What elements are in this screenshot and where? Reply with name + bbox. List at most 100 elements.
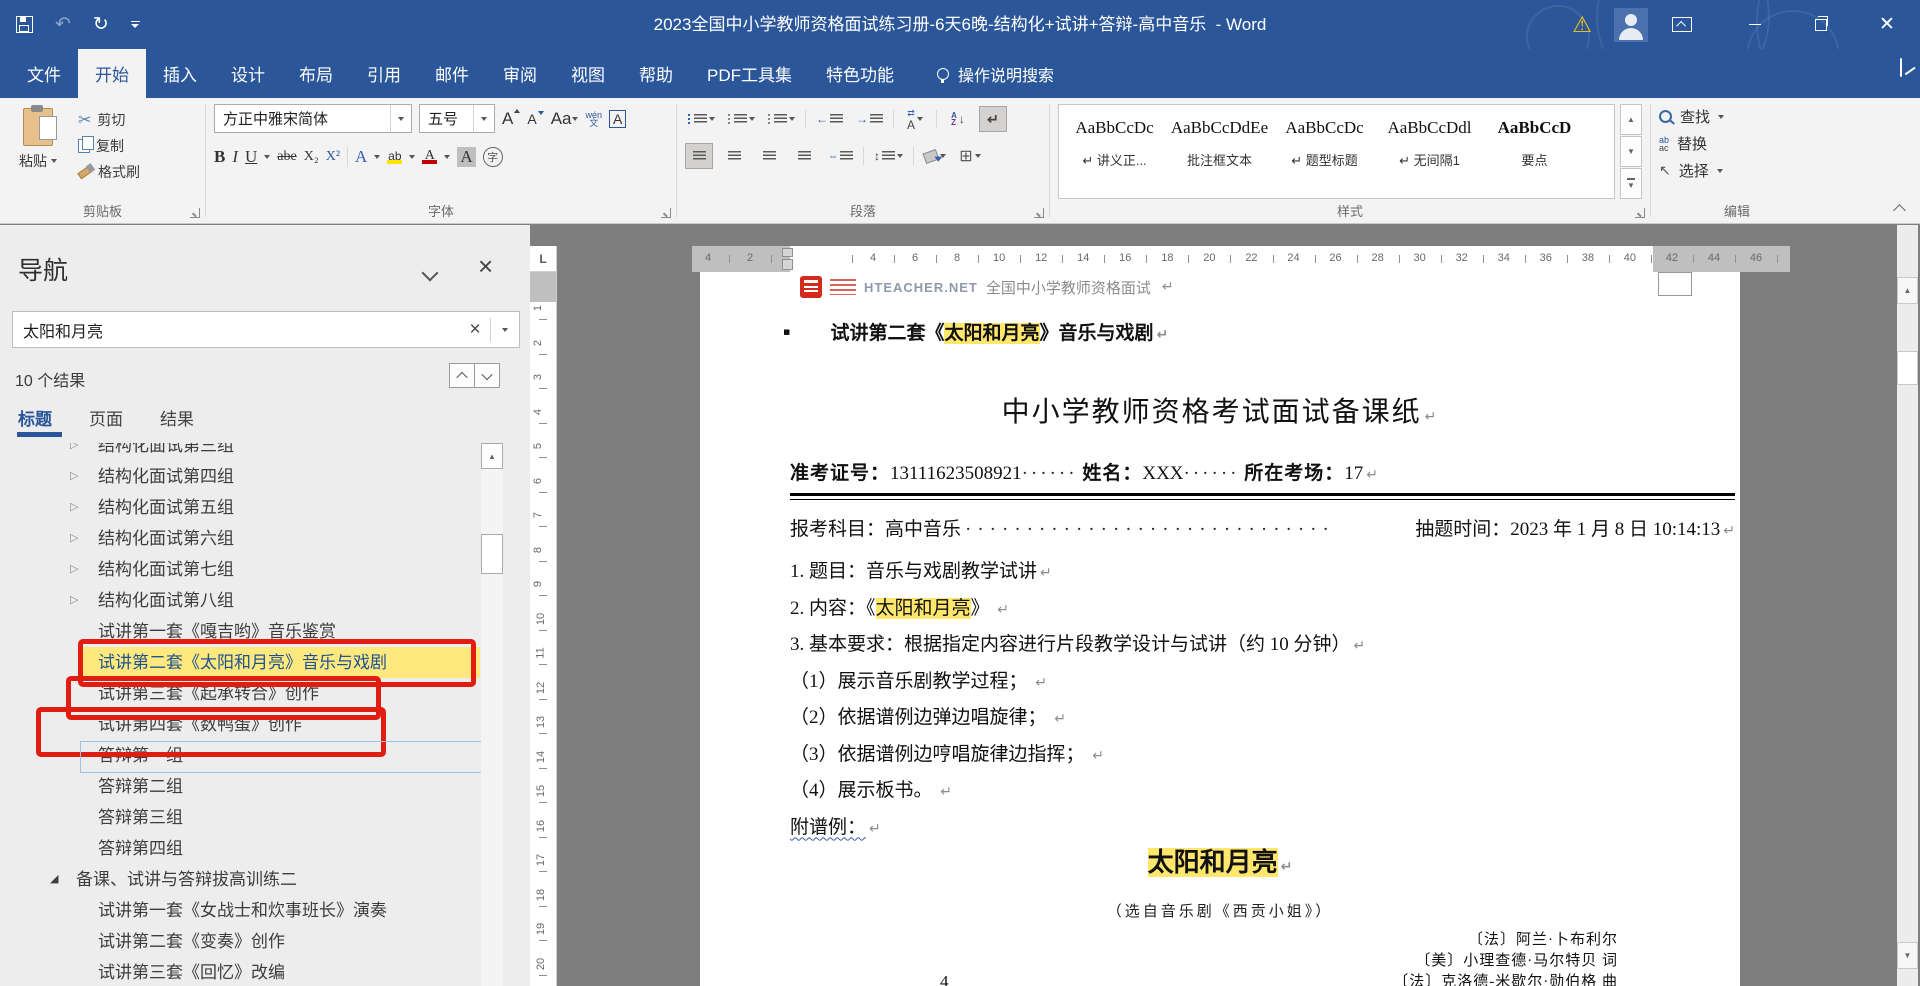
underline-button[interactable]: U bbox=[245, 147, 257, 167]
justify-button[interactable] bbox=[790, 143, 818, 169]
ruler-horizontal[interactable]: 4246810121416182022242628303234363840424… bbox=[692, 246, 1790, 272]
nav-result-item[interactable]: ▷结构化面试第三组 bbox=[0, 443, 481, 461]
font-dialog-launcher-icon[interactable] bbox=[661, 208, 671, 218]
tab-审阅[interactable]: 审阅 bbox=[486, 49, 554, 98]
styles-scroll-up-icon[interactable]: ▲ bbox=[1620, 104, 1642, 135]
font-name-combo[interactable]: 方正中雅宋简体 bbox=[214, 104, 412, 133]
asian-layout-button[interactable]: ⇄A bbox=[901, 106, 929, 132]
character-border-button[interactable]: A bbox=[609, 110, 626, 128]
scroll-up-icon[interactable]: ▲ bbox=[1897, 277, 1918, 304]
collapse-ribbon-icon[interactable] bbox=[1893, 204, 1906, 217]
hanging-indent-marker[interactable] bbox=[782, 259, 793, 270]
italic-button[interactable]: I bbox=[232, 147, 238, 167]
collapsed-triangle-icon[interactable]: ▷ bbox=[70, 523, 78, 554]
nav-result-item[interactable]: ▷结构化面试第八组 bbox=[0, 585, 481, 616]
collapsed-triangle-icon[interactable]: ▷ bbox=[70, 461, 78, 492]
previous-result-button[interactable] bbox=[449, 363, 475, 388]
line-spacing-button[interactable]: ↕ bbox=[871, 143, 906, 169]
tab-布局[interactable]: 布局 bbox=[282, 49, 350, 98]
nav-scrollbar[interactable]: ▲ ▼ bbox=[481, 443, 503, 986]
styles-dialog-launcher-icon[interactable] bbox=[1635, 208, 1645, 218]
nav-result-item[interactable]: 答辩第一组 bbox=[0, 740, 481, 771]
nav-tab-页面[interactable]: 页面 bbox=[89, 405, 123, 430]
change-case-button[interactable]: Aa bbox=[551, 109, 579, 129]
style-题型标题[interactable]: AaBbCcDc↵ 题型标题 bbox=[1273, 110, 1376, 193]
superscript-button[interactable]: X² bbox=[326, 149, 340, 165]
highlight-color-button[interactable]: ab bbox=[387, 150, 402, 164]
scrollbar-thumb[interactable] bbox=[481, 534, 503, 574]
tab-特色功能[interactable]: 特色功能 bbox=[809, 49, 911, 98]
nav-result-item[interactable]: ▷结构化面试第五组 bbox=[0, 492, 481, 523]
nav-result-item[interactable]: ▷结构化面试第七组 bbox=[0, 554, 481, 585]
next-result-button[interactable] bbox=[474, 363, 500, 388]
tab-开始[interactable]: 开始 bbox=[78, 49, 146, 98]
clear-search-icon[interactable]: × bbox=[460, 319, 490, 341]
warning-icon[interactable]: ⚠ bbox=[1572, 12, 1592, 38]
align-right-button[interactable] bbox=[755, 143, 783, 169]
document-scrollbar[interactable]: ▲ ▼ bbox=[1897, 225, 1918, 986]
styles-more-icon[interactable]: ▼ bbox=[1620, 168, 1642, 199]
tell-me-search[interactable]: 操作说明搜索 bbox=[937, 49, 1054, 98]
nav-result-item[interactable]: ▷结构化面试第六组 bbox=[0, 523, 481, 554]
collapsed-triangle-icon[interactable]: ▷ bbox=[70, 492, 78, 523]
nav-result-item[interactable]: 试讲第二套《变奏》创作 bbox=[0, 926, 481, 957]
font-color-button[interactable]: A bbox=[422, 150, 437, 164]
tab-邮件[interactable]: 邮件 bbox=[418, 49, 486, 98]
nav-tab-标题[interactable]: 标题 bbox=[18, 405, 52, 430]
shrink-font-button[interactable]: A bbox=[527, 111, 543, 127]
replace-button[interactable]: abac替换 bbox=[1659, 133, 1815, 154]
nav-result-item[interactable]: 试讲第三套《起承转合》创作 bbox=[0, 678, 481, 709]
ribbon-display-options-icon[interactable] bbox=[1672, 17, 1692, 32]
expanded-triangle-icon[interactable]: ◢ bbox=[50, 864, 58, 895]
nav-result-item[interactable]: 试讲第二套《太阳和月亮》音乐与戏剧 bbox=[0, 647, 481, 678]
first-line-indent-marker[interactable] bbox=[782, 248, 793, 257]
cut-button[interactable]: ✂剪切 bbox=[78, 110, 140, 130]
nav-result-item[interactable]: 试讲第一套《嘎吉哟》音乐鉴赏 bbox=[0, 616, 481, 647]
font-size-combo[interactable]: 五号 bbox=[419, 104, 495, 133]
styles-scroll-down-icon[interactable]: ▼ bbox=[1620, 136, 1642, 167]
clipboard-dialog-launcher-icon[interactable] bbox=[190, 208, 200, 218]
tab-文件[interactable]: 文件 bbox=[10, 49, 78, 98]
scrollbar-thumb[interactable] bbox=[1897, 351, 1918, 385]
nav-result-item[interactable]: 答辩第四组 bbox=[0, 833, 481, 864]
style-要点[interactable]: AaBbCcD要点 bbox=[1483, 110, 1586, 193]
distribute-button[interactable]: ⇔ bbox=[825, 143, 856, 169]
enclose-characters-button[interactable]: 字 bbox=[483, 147, 503, 167]
bullet-list-button[interactable] bbox=[685, 106, 718, 132]
minimize-button[interactable] bbox=[1722, 0, 1788, 49]
align-left-button[interactable] bbox=[685, 143, 713, 169]
nav-result-item[interactable]: ▷结构化面试第四组 bbox=[0, 461, 481, 492]
tab-引用[interactable]: 引用 bbox=[350, 49, 418, 98]
nav-result-item[interactable]: ◢备课、试讲与答辩拔高训练二 bbox=[0, 864, 481, 895]
text-effects-button[interactable]: A bbox=[355, 147, 367, 167]
nav-result-item[interactable]: 答辩第三组 bbox=[0, 802, 481, 833]
comment-button[interactable] bbox=[1900, 59, 1902, 77]
strikethrough-button[interactable]: abe bbox=[277, 149, 296, 165]
character-shading-button[interactable]: A bbox=[457, 147, 475, 167]
numbered-list-button[interactable] bbox=[725, 106, 758, 132]
collapsed-triangle-icon[interactable]: ▷ bbox=[70, 585, 78, 616]
nav-result-item[interactable]: 试讲第三套《回忆》改编 bbox=[0, 957, 481, 986]
collapsed-triangle-icon[interactable]: ▷ bbox=[70, 554, 78, 585]
shading-button[interactable] bbox=[921, 143, 949, 169]
align-center-button[interactable] bbox=[720, 143, 748, 169]
nav-search-input[interactable] bbox=[13, 321, 460, 339]
paragraph-dialog-launcher-icon[interactable] bbox=[1034, 208, 1044, 218]
format-painter-button[interactable]: 格式刷 bbox=[78, 162, 140, 182]
scroll-down-icon[interactable]: ▼ bbox=[1897, 942, 1918, 969]
grow-font-button[interactable]: A bbox=[502, 109, 520, 129]
style-无间隔1[interactable]: AaBbCcDdl↵ 无间隔1 bbox=[1378, 110, 1481, 193]
find-button[interactable]: 查找 bbox=[1659, 106, 1815, 127]
style-讲义正...[interactable]: AaBbCcDc↵ 讲义正... bbox=[1063, 110, 1166, 193]
select-button[interactable]: ↖选择 bbox=[1659, 160, 1815, 181]
nav-tab-结果[interactable]: 结果 bbox=[160, 405, 194, 430]
document-page[interactable]: HTEACHER.NET 全国中小学教师资格面试 ↵ ▪ 试讲第二套《太阳和月亮… bbox=[700, 272, 1740, 986]
decrease-indent-button[interactable]: ← bbox=[813, 106, 846, 132]
phonetic-guide-button[interactable]: wén文 bbox=[585, 111, 602, 127]
nav-result-item[interactable]: 试讲第四套《数鸭蛋》创作 bbox=[0, 709, 481, 740]
nav-result-item[interactable]: 答辩第二组 bbox=[0, 771, 481, 802]
scroll-up-icon[interactable]: ▲ bbox=[481, 443, 503, 469]
search-options-chevron-icon[interactable] bbox=[491, 328, 519, 332]
tab-selector[interactable]: L bbox=[530, 246, 557, 272]
avatar[interactable] bbox=[1614, 8, 1648, 42]
